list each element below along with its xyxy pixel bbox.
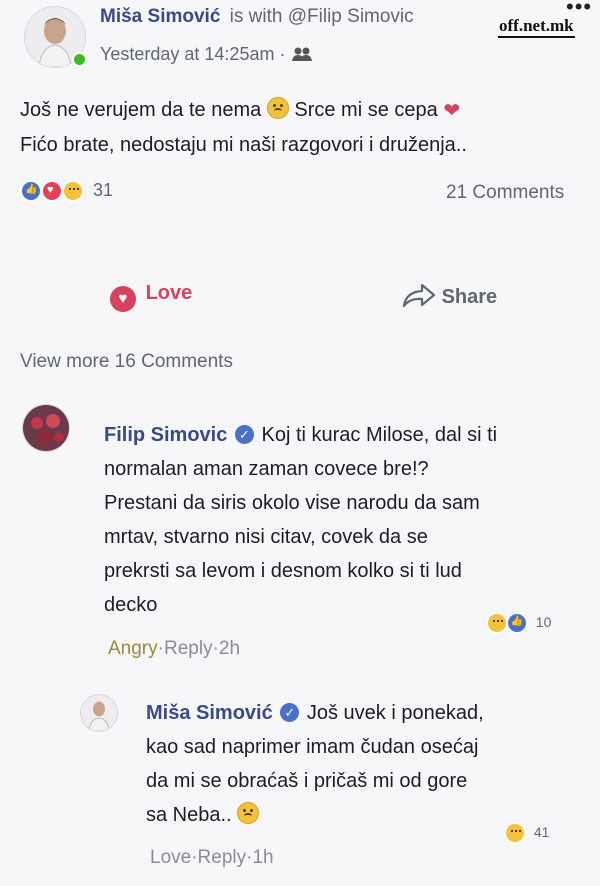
comment-reaction-count: 10 bbox=[535, 613, 552, 630]
sad-face-emoji-icon bbox=[266, 97, 289, 119]
comment-text-line: Koj ti kurac Milose, dal si ti bbox=[261, 424, 498, 446]
post-author-name[interactable]: Miša Simović bbox=[100, 6, 220, 27]
share-action-label: Share bbox=[441, 286, 498, 308]
love-reaction-icon bbox=[41, 180, 64, 203]
online-status-dot bbox=[72, 52, 87, 67]
comment-avatar-filip[interactable] bbox=[22, 404, 70, 452]
haha-reaction-icon bbox=[486, 612, 508, 634]
comment-time: 1h bbox=[252, 847, 274, 868]
comment-text-line: Još uvek i ponekad, bbox=[306, 702, 484, 724]
share-action-button[interactable]: Share bbox=[402, 282, 497, 314]
post-body: Još ne verujem da te nema Srce mi se cep… bbox=[20, 93, 590, 162]
comment-author-name[interactable]: Filip Simovic bbox=[104, 424, 227, 446]
comment-actions: Love·Reply·1h bbox=[150, 847, 274, 868]
post-timestamp[interactable]: Yesterday at 14:25am bbox=[100, 44, 274, 64]
broken-heart-emoji-icon: ❤ bbox=[443, 100, 461, 122]
post-meta-line: Yesterday at 14:25am · bbox=[100, 44, 313, 67]
comment-actions: Angry·Reply·2h bbox=[108, 638, 241, 659]
more-options-icon[interactable]: ••• bbox=[566, 0, 592, 18]
comment-text-line: kao sad naprimer imam čudan osećaj bbox=[146, 736, 479, 758]
haha-reaction-icon bbox=[504, 822, 526, 844]
love-heart-icon: ♥ bbox=[110, 286, 136, 312]
reply-link[interactable]: Reply bbox=[164, 638, 213, 659]
love-action-label: Love bbox=[145, 282, 193, 304]
sad-face-emoji-icon bbox=[237, 802, 260, 824]
comment-text-line: da mi se obraćaš i pričaš mi od gore bbox=[146, 770, 468, 792]
share-arrow-icon bbox=[402, 282, 436, 314]
comments-count-link[interactable]: 21 Comments bbox=[446, 182, 564, 204]
reply-link[interactable]: Reply bbox=[198, 847, 247, 868]
love-action-button[interactable]: ♥ Love bbox=[110, 282, 192, 312]
post-header-line: Miša Simović is with @Filip Simovic bbox=[100, 6, 414, 28]
meta-separator: · bbox=[279, 44, 286, 64]
view-more-comments-link[interactable]: View more 16 Comments bbox=[20, 351, 233, 373]
comment-text-line: sa Neba.. bbox=[146, 804, 232, 826]
post-body-line-1: Još ne verujem da te nema Srce mi se cep… bbox=[20, 97, 461, 122]
comment-text-line: mrtav, stvarno nisi citav, covek da se bbox=[104, 526, 428, 548]
comment-reaction-label[interactable]: Angry bbox=[108, 638, 158, 659]
like-reaction-icon bbox=[505, 612, 528, 634]
verified-badge-icon: ✓ bbox=[234, 425, 254, 444]
post-body-line-2: Fićo brate, nedostaju mi naši razgovori … bbox=[20, 134, 467, 156]
comment-misa: Miša Simović ✓ Još uvek i ponekad, kao s… bbox=[146, 696, 586, 832]
comment-avatar-misa[interactable] bbox=[80, 694, 118, 732]
friends-icon bbox=[291, 46, 313, 67]
reaction-summary[interactable]: 31 bbox=[20, 180, 114, 203]
sad-reaction-icon bbox=[62, 180, 85, 203]
reaction-count: 31 bbox=[93, 180, 114, 200]
comment-text-line: prekrsti sa levom i desnom kolko si ti l… bbox=[104, 560, 462, 582]
comment-text-line: Prestani da siris okolo vise narodu da s… bbox=[104, 492, 480, 514]
comment-reaction-label[interactable]: Love bbox=[150, 847, 191, 868]
comment-reaction-count: 41 bbox=[533, 823, 550, 840]
tagged-with-text[interactable]: is with @Filip Simovic bbox=[230, 6, 414, 27]
watermark: off.net.mk bbox=[498, 16, 575, 38]
comment-reactions[interactable]: 41 bbox=[504, 822, 549, 844]
comment-reactions[interactable]: 10 bbox=[486, 612, 551, 634]
like-reaction-icon bbox=[20, 180, 42, 203]
comment-time: 2h bbox=[218, 638, 241, 659]
verified-badge-icon: ✓ bbox=[280, 703, 300, 722]
comment-author-name[interactable]: Miša Simović bbox=[146, 702, 273, 724]
comment-filip: Filip Simovic ✓ Koj ti kurac Milose, dal… bbox=[104, 418, 584, 622]
comment-text-line: normalan aman zaman covece bre!? bbox=[104, 458, 429, 480]
